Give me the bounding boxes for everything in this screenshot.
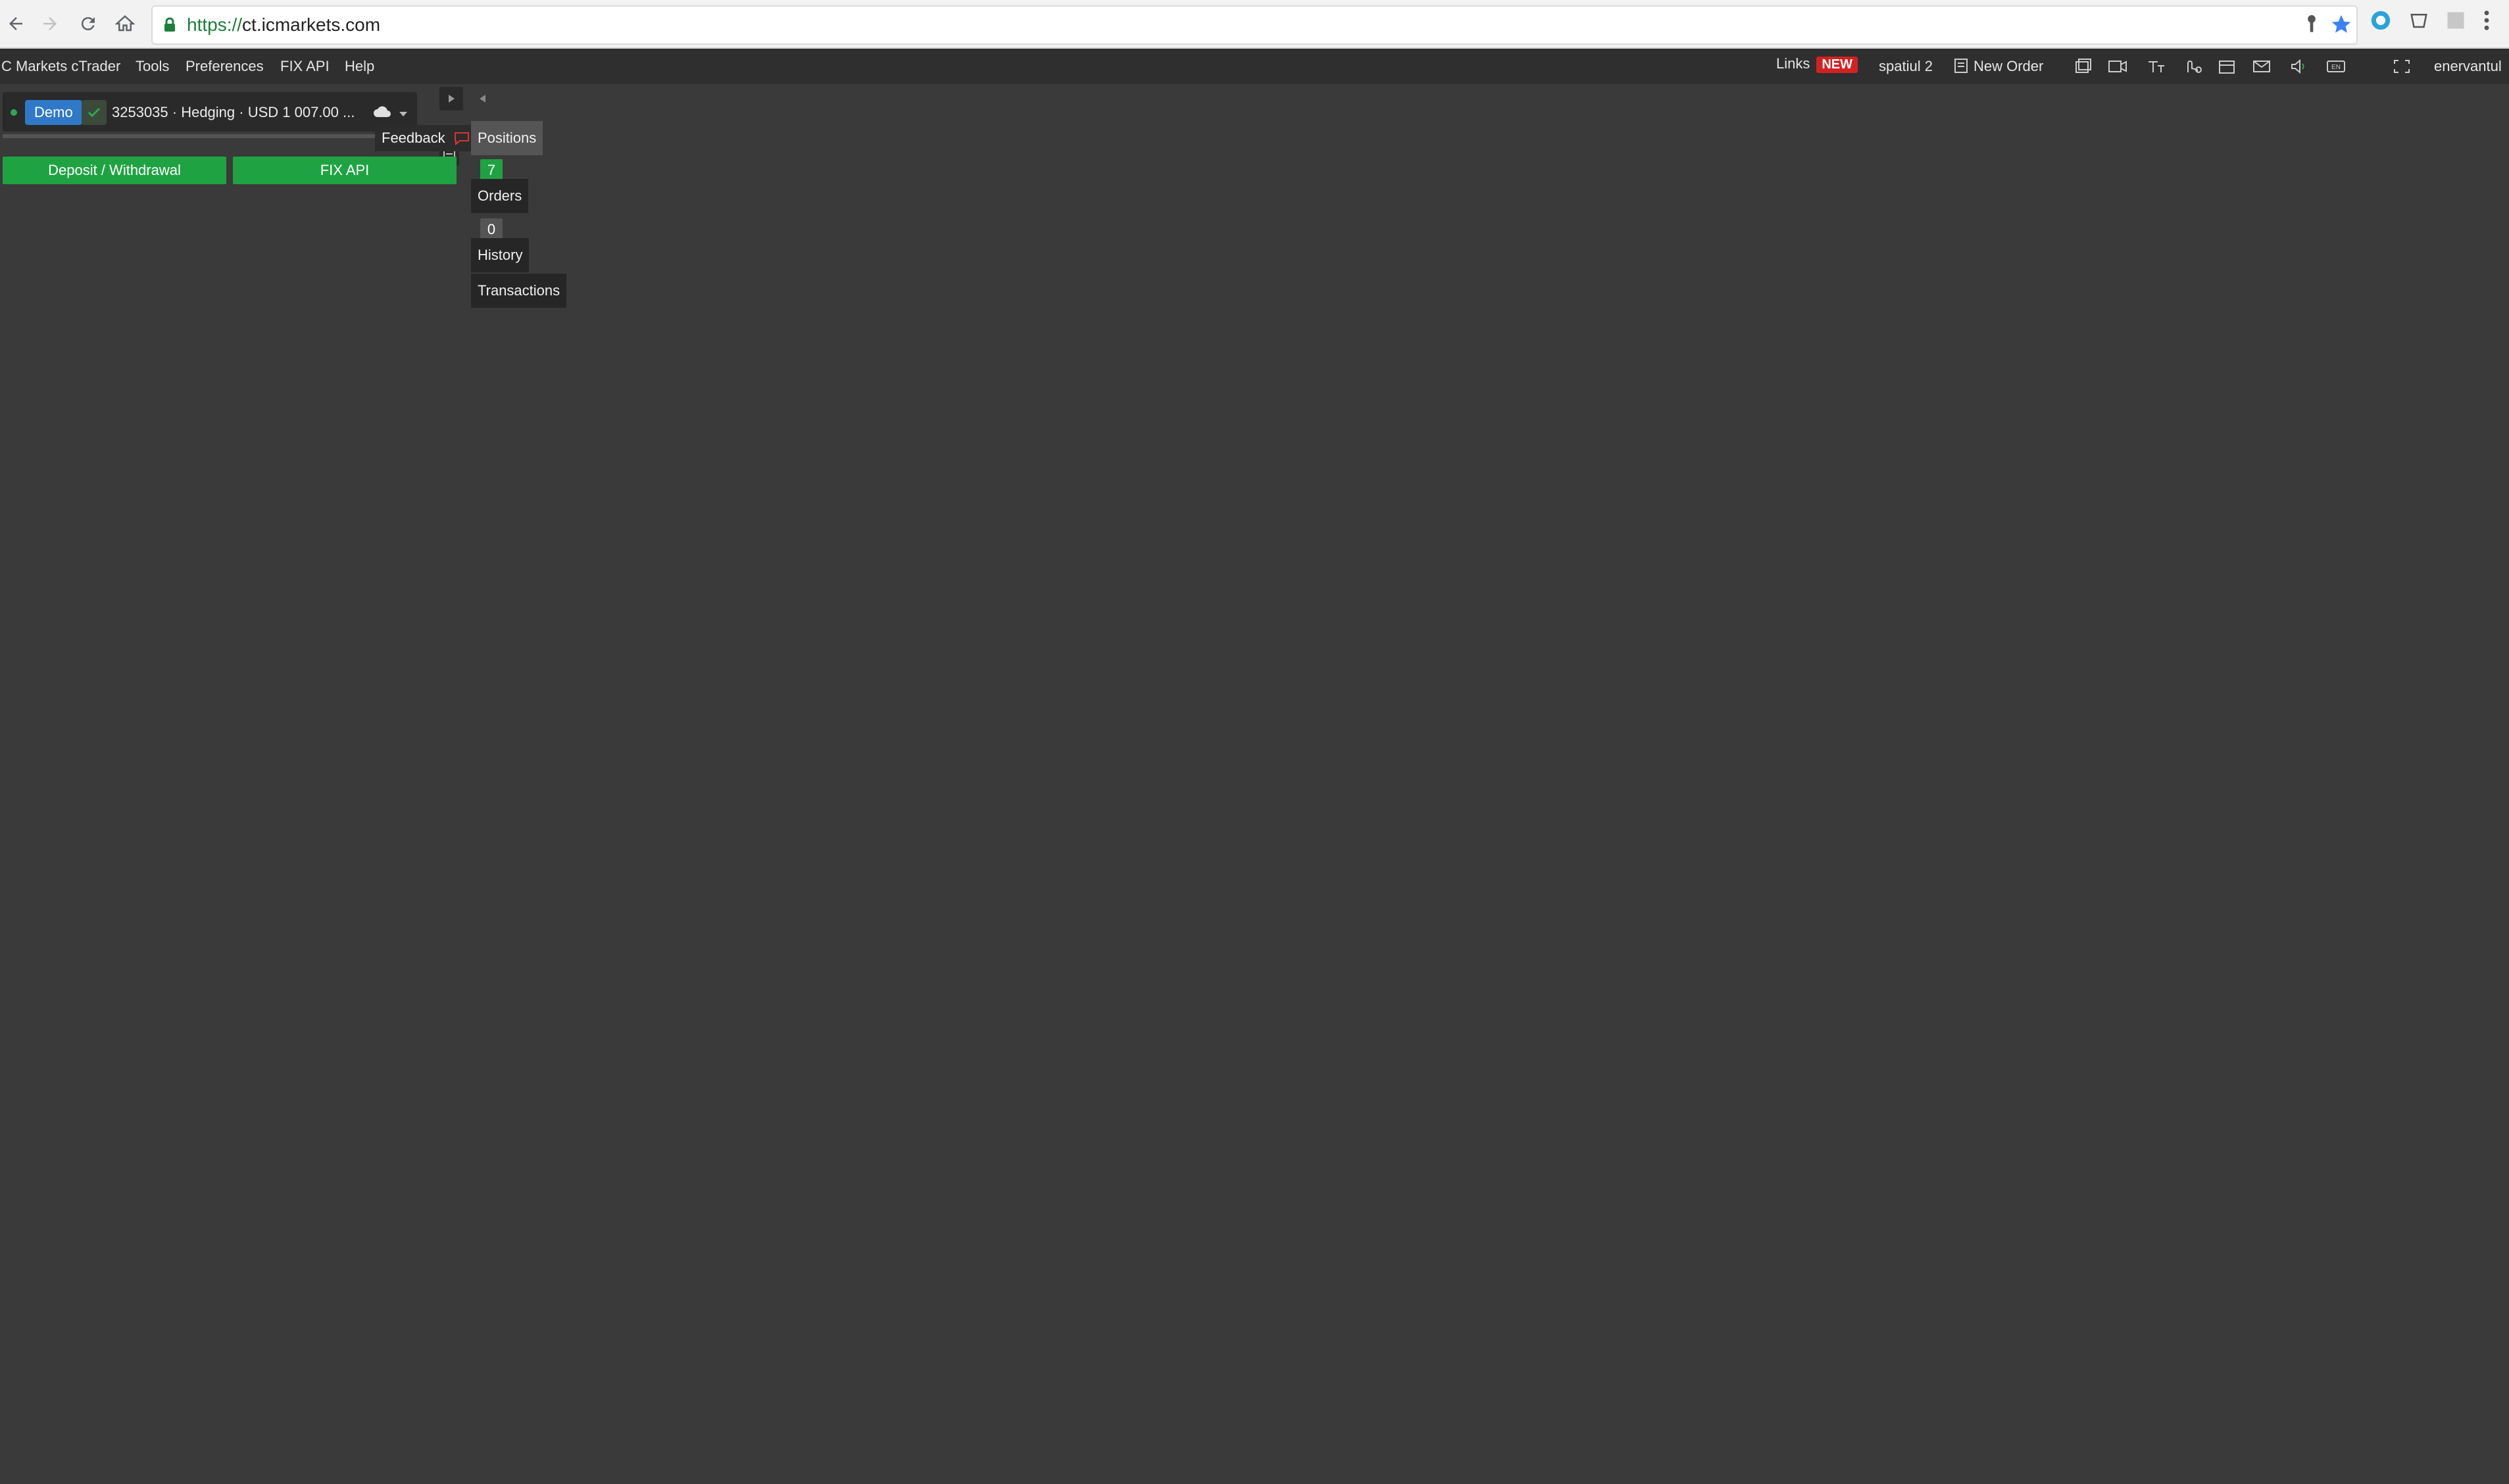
orders-count-badge: 0 [480, 218, 503, 241]
text-size-icon[interactable] [2146, 58, 2166, 75]
new-order-button[interactable]: New Order [1954, 58, 2043, 75]
links-label: Links [1776, 55, 1810, 72]
account-info: 3253035 · Hedging · USD 1 007.00 ... [112, 104, 355, 120]
tab-transactions[interactable]: Transactions [471, 274, 567, 308]
new-badge: NEW [1816, 57, 1858, 73]
url-text: https://ct.icmarkets.com [187, 14, 381, 35]
collapse-left-icon[interactable] [471, 87, 495, 111]
key-icon[interactable] [2302, 13, 2321, 39]
workspace-selector[interactable]: spatiul 2 [1879, 58, 1933, 75]
language-icon[interactable]: EN [2326, 58, 2346, 75]
video-icon[interactable] [2108, 58, 2127, 75]
menu-tools[interactable]: Tools [136, 58, 169, 75]
fullscreen-icon[interactable] [2392, 58, 2412, 75]
home-icon[interactable] [109, 8, 141, 39]
forward-arrow-icon[interactable] [34, 8, 66, 39]
menu-preferences[interactable]: Preferences [186, 58, 264, 75]
browser-toolbar: https://ct.icmarkets.com [0, 0, 2509, 49]
svg-text:EN: EN [2331, 64, 2341, 71]
cloud-icon [372, 105, 392, 122]
demo-badge: Demo [25, 100, 82, 125]
checkmark-icon [82, 100, 107, 125]
links-menu[interactable]: Links NEW [1776, 55, 1858, 73]
extension-icon[interactable] [2370, 9, 2392, 35]
chevron-down-icon[interactable] [399, 109, 408, 121]
calendar-icon[interactable] [2217, 58, 2237, 75]
user-menu[interactable]: enervantul [2434, 58, 2502, 75]
feedback-button[interactable]: Feedback [375, 125, 477, 151]
app-menu-bar: C Markets cTrader Tools Preferences FIX … [0, 49, 2509, 84]
menu-fix-api[interactable]: FIX API [280, 58, 330, 75]
chat-bubble-icon [454, 132, 469, 146]
mail-icon[interactable] [2252, 58, 2272, 75]
sound-icon[interactable] [2289, 58, 2309, 75]
star-icon[interactable] [2330, 13, 2352, 39]
menu-dots-icon[interactable] [2483, 9, 2491, 35]
deposit-withdrawal-button[interactable]: Deposit / Withdrawal [3, 157, 226, 184]
account-selector[interactable]: Demo 3253035 · Hedging · USD 1 007.00 ..… [3, 92, 417, 132]
connection-status-dot [11, 109, 17, 116]
reload-icon[interactable] [72, 8, 104, 39]
extension-icon[interactable] [2446, 11, 2466, 34]
expand-right-icon[interactable] [439, 87, 463, 111]
back-arrow-icon[interactable] [0, 8, 32, 39]
order-ticket-icon [1954, 59, 1968, 73]
tab-history[interactable]: History [471, 238, 530, 272]
app-title: C Markets cTrader [1, 58, 121, 74]
layout-icon[interactable] [2074, 58, 2093, 75]
fix-api-button[interactable]: FIX API [233, 157, 457, 184]
lock-icon [163, 17, 176, 36]
gesture-icon[interactable] [2183, 58, 2202, 75]
address-bar[interactable]: https://ct.icmarkets.com [151, 5, 2358, 45]
tab-positions[interactable]: Positions [471, 121, 543, 155]
extension-icon[interactable] [2409, 11, 2429, 34]
menu-help[interactable]: Help [345, 58, 374, 75]
tab-orders[interactable]: Orders [471, 179, 529, 213]
positions-count-badge: 7 [480, 159, 503, 182]
